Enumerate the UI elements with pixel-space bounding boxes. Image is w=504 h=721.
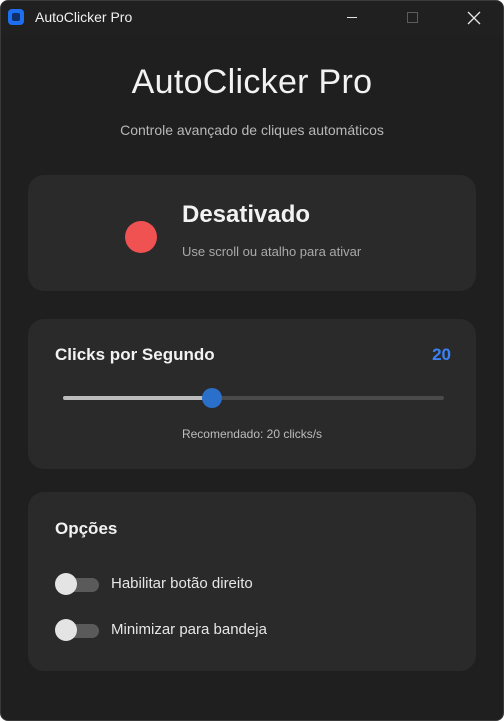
maximize-icon [406,12,418,23]
right-click-toggle[interactable] [55,572,99,596]
status-indicator-icon [125,221,157,253]
speed-label: Clicks por Segundo [55,345,215,364]
close-icon [467,11,481,24]
close-button[interactable] [451,1,497,34]
speed-value: 20 [432,345,451,364]
options-card: Opções Habilitar botão direito Minimizar… [28,492,476,671]
status-hint: Use scroll ou atalho para ativar [182,244,362,259]
toggle-knob [55,573,77,595]
speed-card: Clicks por Segundo 20 Recomendado: 20 cl… [28,319,476,469]
option-label: Habilitar botão direito [111,575,253,592]
status-label: Desativado [182,201,311,228]
minimize-icon [347,17,357,18]
app-heading: AutoClicker Pro [131,63,373,101]
speed-slider[interactable] [63,388,444,408]
toggle-knob [55,619,77,641]
slider-fill [63,396,212,400]
window-title: AutoClicker Pro [35,9,133,25]
status-card: Desativado Use scroll ou atalho para ati… [28,175,476,291]
app-icon [8,9,24,25]
option-label: Minimizar para bandeja [111,621,267,638]
speed-hint: Recomendado: 20 clicks/s [181,427,323,441]
app-window: AutoClicker Pro AutoClicker Pro Controle… [0,0,504,721]
options-title: Opções [55,519,118,538]
title-bar: AutoClicker Pro [1,1,503,34]
minimize-tray-toggle[interactable] [55,618,99,642]
slider-thumb[interactable] [201,388,222,408]
minimize-button[interactable] [329,1,375,34]
maximize-button[interactable] [389,1,435,34]
app-subtitle: Controle avançado de cliques automáticos [120,122,384,138]
